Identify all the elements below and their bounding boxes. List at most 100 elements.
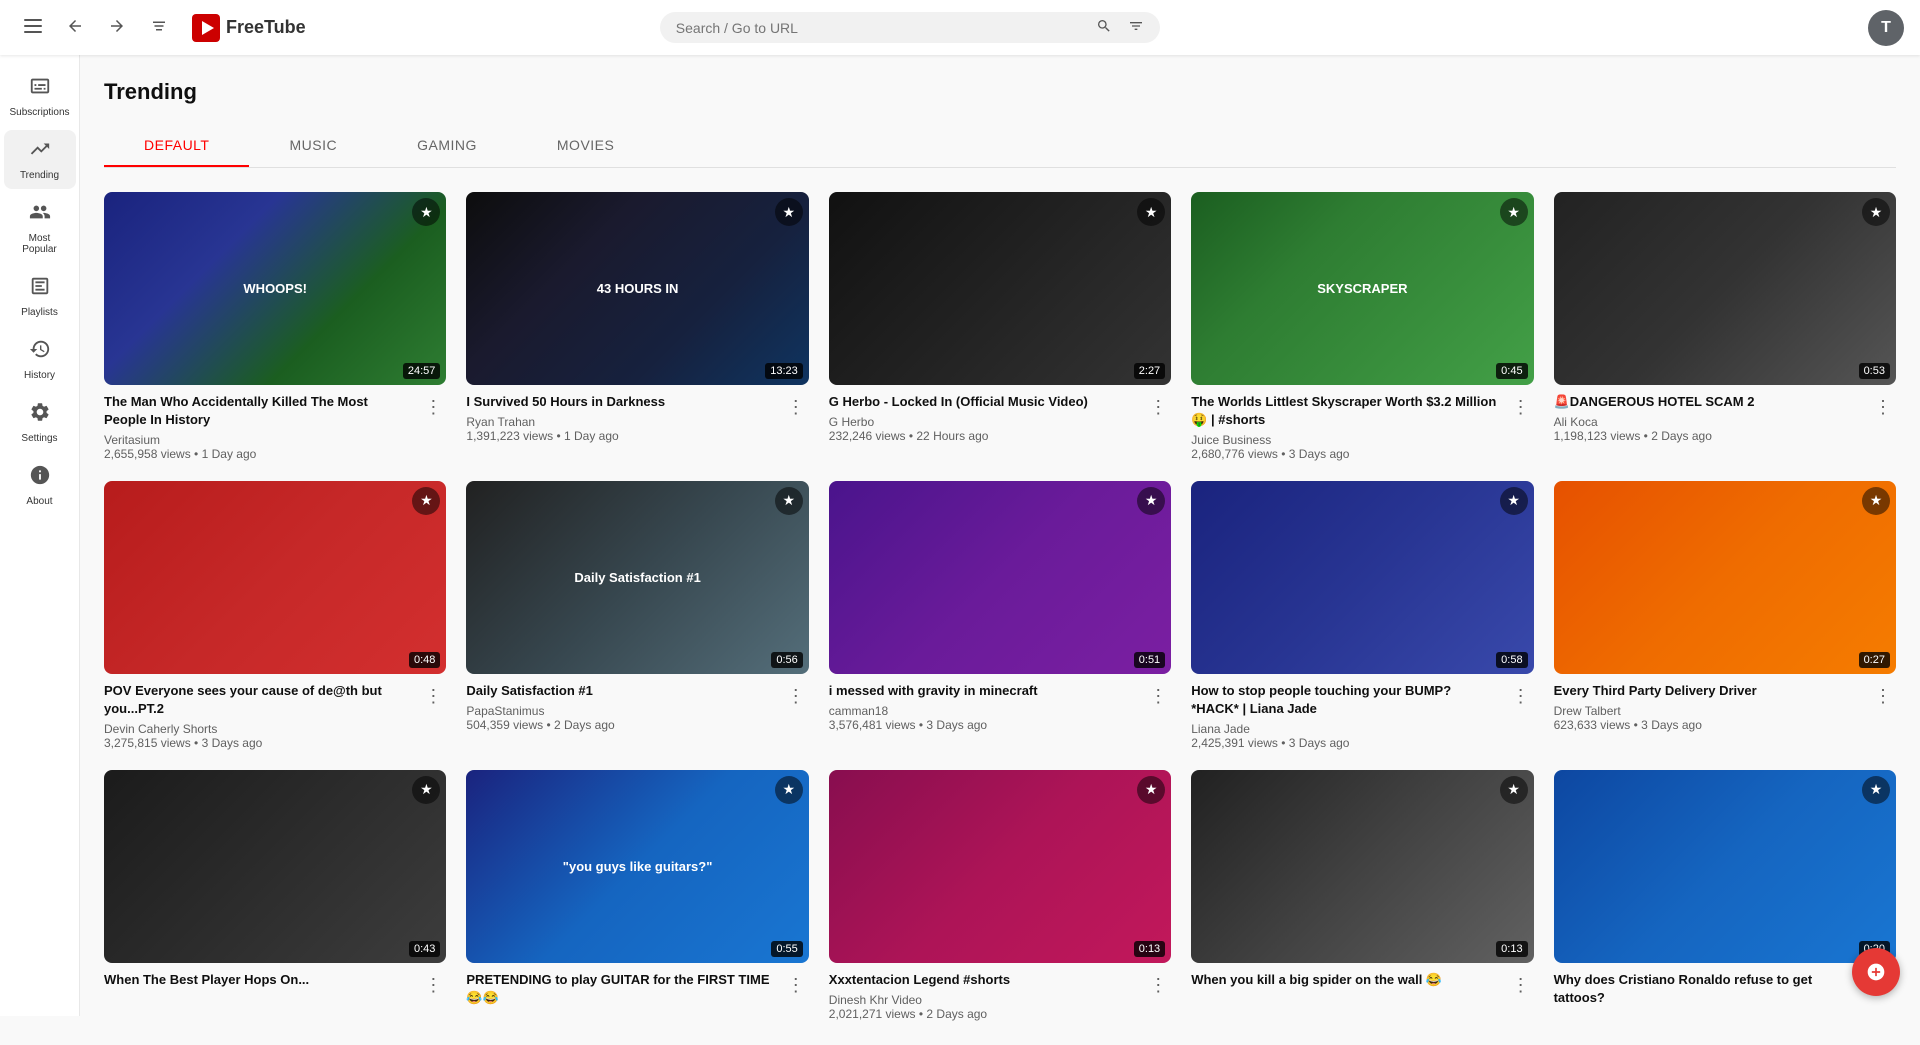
video-duration-10: 0:27: [1859, 652, 1890, 668]
video-card-9[interactable]: ★ 0:58 How to stop people touching your …: [1191, 481, 1533, 750]
search-button[interactable]: [1096, 18, 1112, 37]
sidebar-item-subscriptions[interactable]: Subscriptions: [4, 67, 76, 126]
video-card-12[interactable]: "you guys like guitars?" ★ 0:55 PRETENDI…: [466, 770, 808, 1021]
video-star-8[interactable]: ★: [1137, 487, 1165, 515]
menu-button[interactable]: [16, 11, 50, 44]
tab-music[interactable]: MUSIC: [249, 125, 377, 167]
video-channel-8[interactable]: camman18: [829, 704, 1137, 718]
video-card-5[interactable]: ★ 0:53 🚨DANGEROUS HOTEL SCAM 2 Ali Koca …: [1554, 192, 1896, 461]
video-channel-10[interactable]: Drew Talbert: [1554, 704, 1862, 718]
video-more-5[interactable]: ⋮: [1870, 395, 1896, 420]
video-star-4[interactable]: ★: [1500, 198, 1528, 226]
filter-button[interactable]: [1128, 18, 1144, 37]
forward-button[interactable]: [100, 9, 134, 46]
video-card-10[interactable]: ★ 0:27 Every Third Party Delivery Driver…: [1554, 481, 1896, 750]
video-more-8[interactable]: ⋮: [1145, 684, 1171, 709]
video-card-8[interactable]: ★ 0:51 i messed with gravity in minecraf…: [829, 481, 1171, 750]
video-star-15[interactable]: ★: [1862, 776, 1890, 804]
action-button[interactable]: [1852, 948, 1900, 996]
video-info-15: Why does Cristiano Ronaldo refuse to get…: [1554, 971, 1896, 1011]
video-star-13[interactable]: ★: [1137, 776, 1165, 804]
video-star-14[interactable]: ★: [1500, 776, 1528, 804]
video-title-8: i messed with gravity in minecraft: [829, 682, 1137, 700]
video-card-14[interactable]: ★ 0:13 When you kill a big spider on the…: [1191, 770, 1533, 1021]
video-star-9[interactable]: ★: [1500, 487, 1528, 515]
sidebar-item-trending[interactable]: Trending: [4, 130, 76, 189]
video-info-2: I Survived 50 Hours in Darkness Ryan Tra…: [466, 393, 808, 443]
video-channel-9[interactable]: Liana Jade: [1191, 722, 1499, 736]
search-input[interactable]: [676, 20, 1088, 36]
video-star-10[interactable]: ★: [1862, 487, 1890, 515]
logo-icon: [192, 14, 220, 42]
video-star-6[interactable]: ★: [412, 487, 440, 515]
video-channel-4[interactable]: Juice Business: [1191, 433, 1499, 447]
video-card-15[interactable]: ★ 0:20 Why does Cristiano Ronaldo refuse…: [1554, 770, 1896, 1021]
video-star-7[interactable]: ★: [775, 487, 803, 515]
video-channel-3[interactable]: G Herbo: [829, 415, 1137, 429]
video-duration-5: 0:53: [1859, 363, 1890, 379]
video-thumbnail-9: ★ 0:58: [1191, 481, 1533, 674]
video-card-4[interactable]: SKYSCRAPER ★ 0:45 The Worlds Littlest Sk…: [1191, 192, 1533, 461]
sidebar-item-most-popular[interactable]: Most Popular: [4, 193, 76, 263]
video-star-2[interactable]: ★: [775, 198, 803, 226]
tab-movies[interactable]: MOVIES: [517, 125, 654, 167]
video-card-2[interactable]: 43 HOURS IN ★ 13:23 I Survived 50 Hours …: [466, 192, 808, 461]
video-more-2[interactable]: ⋮: [783, 395, 809, 420]
video-card-7[interactable]: Daily Satisfaction #1 ★ 0:56 Daily Satis…: [466, 481, 808, 750]
video-card-11[interactable]: ★ 0:43 When The Best Player Hops On... ⋮: [104, 770, 446, 1021]
back-button[interactable]: [58, 9, 92, 46]
thumb-overlay-4: SKYSCRAPER: [1191, 192, 1533, 385]
video-card-6[interactable]: ★ 0:48 POV Everyone sees your cause of d…: [104, 481, 446, 750]
video-channel-13[interactable]: Dinesh Khr Video: [829, 993, 1137, 1007]
video-more-9[interactable]: ⋮: [1508, 684, 1534, 709]
video-more-3[interactable]: ⋮: [1145, 395, 1171, 420]
tab-gaming[interactable]: GAMING: [377, 125, 517, 167]
sidebar-label-subscriptions: Subscriptions: [9, 107, 69, 118]
video-title-9: How to stop people touching your BUMP? *…: [1191, 682, 1499, 718]
sidebar-item-history[interactable]: History: [4, 330, 76, 389]
most-popular-icon: [29, 201, 51, 229]
video-card-3[interactable]: ★ 2:27 G Herbo - Locked In (Official Mus…: [829, 192, 1171, 461]
sidebar-item-playlists[interactable]: Playlists: [4, 267, 76, 326]
video-star-3[interactable]: ★: [1137, 198, 1165, 226]
video-stats-10: 623,633 views • 3 Days ago: [1554, 718, 1862, 732]
video-star-12[interactable]: ★: [775, 776, 803, 804]
video-channel-6[interactable]: Devin Caherly Shorts: [104, 722, 412, 736]
video-card-13[interactable]: ★ 0:13 Xxxtentacion Legend #shorts Dines…: [829, 770, 1171, 1021]
user-avatar[interactable]: T: [1868, 10, 1904, 46]
video-channel-5[interactable]: Ali Koca: [1554, 415, 1862, 429]
video-star-5[interactable]: ★: [1862, 198, 1890, 226]
sidebar-item-about[interactable]: About: [4, 456, 76, 515]
video-stats-1: 2,655,958 views • 1 Day ago: [104, 447, 412, 461]
history-stack-button[interactable]: [142, 9, 176, 46]
sidebar-item-settings[interactable]: Settings: [4, 393, 76, 452]
video-meta-6: POV Everyone sees your cause of de@th bu…: [104, 682, 412, 750]
video-meta-12: PRETENDING to play GUITAR for the FIRST …: [466, 971, 774, 1011]
video-more-11[interactable]: ⋮: [420, 973, 446, 998]
video-channel-1[interactable]: Veritasium: [104, 433, 412, 447]
video-thumbnail-3: ★ 2:27: [829, 192, 1171, 385]
video-star-11[interactable]: ★: [412, 776, 440, 804]
video-more-7[interactable]: ⋮: [783, 684, 809, 709]
video-info-5: 🚨DANGEROUS HOTEL SCAM 2 Ali Koca 1,198,1…: [1554, 393, 1896, 443]
video-more-4[interactable]: ⋮: [1508, 395, 1534, 420]
video-card-1[interactable]: WHOOPS! ★ 24:57 The Man Who Accidentally…: [104, 192, 446, 461]
video-stats-4: 2,680,776 views • 3 Days ago: [1191, 447, 1499, 461]
video-more-14[interactable]: ⋮: [1508, 973, 1534, 998]
video-channel-2[interactable]: Ryan Trahan: [466, 415, 774, 429]
sidebar-label-trending: Trending: [20, 170, 59, 181]
video-channel-7[interactable]: PapaStanimus: [466, 704, 774, 718]
video-more-12[interactable]: ⋮: [783, 973, 809, 998]
video-more-10[interactable]: ⋮: [1870, 684, 1896, 709]
thumb-overlay-2: 43 HOURS IN: [466, 192, 808, 385]
video-more-1[interactable]: ⋮: [420, 395, 446, 420]
tab-default[interactable]: DEFAULT: [104, 125, 249, 167]
video-thumbnail-15: ★ 0:20: [1554, 770, 1896, 963]
video-thumbnail-13: ★ 0:13: [829, 770, 1171, 963]
topbar-right: T: [1868, 10, 1904, 46]
video-more-6[interactable]: ⋮: [420, 684, 446, 709]
video-duration-7: 0:56: [771, 652, 802, 668]
video-more-13[interactable]: ⋮: [1145, 973, 1171, 998]
video-duration-6: 0:48: [409, 652, 440, 668]
video-info-4: The Worlds Littlest Skyscraper Worth $3.…: [1191, 393, 1533, 461]
